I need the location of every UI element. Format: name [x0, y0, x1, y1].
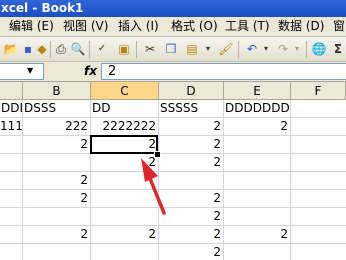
- name-box-dropdown-icon[interactable]: ▼: [27, 66, 33, 75]
- formula-bar: ▼ fx 2: [0, 62, 346, 82]
- cell[interactable]: 2: [23, 136, 90, 153]
- menu-bar: 编辑 (E) 视图 (V) 插入 (I) 格式 (O) 工具 (T) 数据 (D…: [0, 17, 346, 37]
- cell[interactable]: 2: [159, 226, 223, 243]
- cell[interactable]: DD: [91, 100, 158, 117]
- cell[interactable]: 2: [23, 190, 90, 207]
- cell[interactable]: 2: [224, 118, 290, 135]
- open-icon[interactable]: 📂: [3, 41, 19, 57]
- cell[interactable]: DSSS: [23, 100, 90, 117]
- print-preview-icon[interactable]: 🔍: [70, 41, 86, 57]
- cell[interactable]: 2: [159, 190, 223, 207]
- cell[interactable]: 2: [23, 172, 90, 189]
- cell[interactable]: 2: [91, 226, 158, 243]
- gridline: [290, 100, 291, 260]
- cell[interactable]: 2: [23, 226, 90, 243]
- hyperlink-icon[interactable]: 🌐: [311, 41, 327, 57]
- cell[interactable]: [291, 100, 346, 117]
- cell[interactable]: 2: [159, 136, 223, 153]
- cell[interactable]: 222: [23, 118, 90, 135]
- toolbar-separator: [89, 41, 90, 58]
- cell[interactable]: 2: [159, 118, 223, 135]
- formula-input[interactable]: 2: [101, 63, 346, 80]
- column-header-c[interactable]: C: [91, 82, 159, 100]
- toolbar-separator: [238, 41, 239, 58]
- cell[interactable]: 2: [224, 226, 290, 243]
- standard-toolbar: 📂 ▪ ◆ ⎙ 🔍 ✓ ▣ ✂ ❐ ▤ ▾ 🖌 ↶ ▾ ↷ ▾ 🌐 Σ: [0, 37, 346, 62]
- research-icon[interactable]: ▣: [116, 41, 132, 57]
- cell[interactable]: 2: [159, 208, 223, 225]
- cell[interactable]: DDDD: [0, 100, 22, 117]
- format-painter-icon[interactable]: 🖌: [218, 41, 234, 57]
- menu-window[interactable]: 窗口: [333, 17, 346, 36]
- cell[interactable]: SSSSS: [159, 100, 223, 117]
- column-header-d[interactable]: D: [159, 82, 224, 100]
- undo-dropdown-icon[interactable]: ▾: [258, 41, 274, 57]
- cell[interactable]: DDDDDDD: [224, 100, 290, 117]
- menu-data[interactable]: 数据 (D): [278, 17, 324, 36]
- autosum-icon[interactable]: Σ: [330, 41, 346, 57]
- menu-view[interactable]: 视图 (V): [63, 17, 108, 36]
- cell[interactable]: 2: [159, 244, 223, 260]
- cell[interactable]: 2: [91, 154, 158, 171]
- permission-icon[interactable]: ◆: [34, 41, 50, 57]
- cut-icon[interactable]: ✂: [142, 41, 158, 57]
- toolbar-separator: [136, 41, 137, 58]
- column-header-f[interactable]: F: [291, 82, 346, 100]
- title-bar: xcel - Book1: [0, 0, 346, 17]
- window-title: xcel - Book1: [1, 1, 84, 15]
- cell[interactable]: 111: [0, 118, 23, 135]
- fx-icon[interactable]: fx: [84, 63, 97, 80]
- fill-handle[interactable]: [154, 151, 161, 158]
- menu-edit[interactable]: 编辑 (E): [9, 17, 54, 36]
- copy-icon[interactable]: ❐: [163, 41, 179, 57]
- column-header-b[interactable]: B: [23, 82, 91, 100]
- redo-dropdown-icon[interactable]: ▾: [289, 41, 305, 57]
- print-icon[interactable]: ⎙: [53, 41, 69, 57]
- column-header-a[interactable]: [0, 82, 23, 100]
- menu-insert[interactable]: 插入 (I): [118, 17, 159, 36]
- cell[interactable]: 2: [159, 154, 223, 171]
- menu-format[interactable]: 格式 (O): [171, 17, 218, 36]
- name-box[interactable]: ▼: [0, 63, 44, 80]
- toolbar-separator: [306, 41, 307, 58]
- worksheet-grid[interactable]: B C D E F DDDD DSSS DD SSSSS DDDDDDD 111…: [0, 82, 346, 260]
- paste-dropdown-icon[interactable]: ▾: [200, 41, 216, 57]
- menu-tools[interactable]: 工具 (T): [225, 17, 270, 36]
- selection-border: [90, 135, 158, 154]
- spelling-icon[interactable]: ✓: [94, 41, 110, 57]
- column-header-e[interactable]: E: [224, 82, 291, 100]
- toolbar-separator: [50, 41, 51, 58]
- paste-icon[interactable]: ▤: [184, 41, 200, 57]
- cell[interactable]: 2222222: [91, 118, 158, 135]
